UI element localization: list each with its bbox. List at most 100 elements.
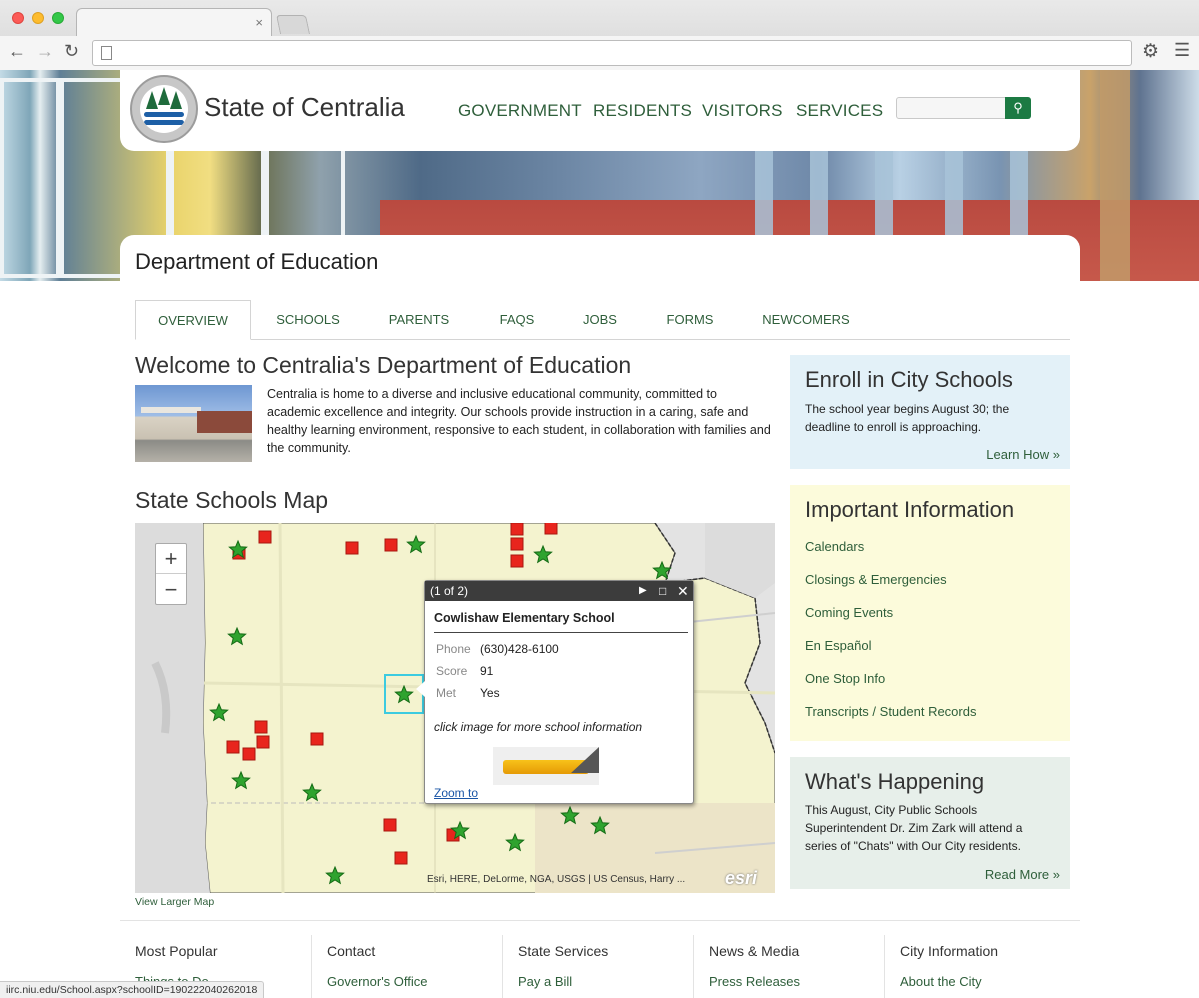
menu-icon[interactable]: ☰ — [1174, 40, 1190, 61]
reload-icon[interactable]: ↻ — [64, 41, 79, 62]
footer-col-services: State Services Pay a Bill — [502, 935, 693, 998]
tree-icon — [146, 91, 158, 109]
section-tabs: OVERVIEW SCHOOLS PARENTS FAQS JOBS FORMS… — [135, 300, 1070, 340]
info-link-one-stop[interactable]: One Stop Info — [805, 671, 885, 686]
popup-school-name: Cowlishaw Elementary School — [434, 611, 615, 625]
maximize-icon[interactable]: □ — [659, 581, 666, 601]
school-photo — [135, 385, 252, 462]
school-marker-square[interactable] — [510, 537, 524, 551]
tab-overview[interactable]: OVERVIEW — [135, 300, 251, 340]
popup-counter: (1 of 2) — [430, 584, 469, 598]
field-value-phone: (630)428-6100 — [480, 642, 559, 656]
school-info-image[interactable] — [493, 747, 599, 785]
address-bar[interactable] — [92, 40, 1132, 66]
school-marker-square[interactable] — [242, 747, 256, 761]
learn-how-link[interactable]: Learn How » — [986, 447, 1060, 462]
footer-heading: News & Media — [709, 943, 800, 959]
footer-heading: State Services — [518, 943, 609, 959]
popup-divider — [434, 632, 688, 633]
tab-newcomers[interactable]: NEWCOMERS — [755, 300, 857, 340]
site-header: State of Centralia GOVERNMENT RESIDENTS … — [120, 70, 1080, 151]
school-marker-square[interactable] — [510, 554, 524, 568]
tab-parents[interactable]: PARENTS — [377, 300, 461, 340]
school-marker-square[interactable] — [394, 851, 408, 865]
search-button[interactable]: ⚲ — [1005, 97, 1031, 119]
read-more-link[interactable]: Read More » — [985, 867, 1060, 882]
school-marker-square[interactable] — [544, 523, 558, 535]
footer-link[interactable]: About the City — [900, 974, 982, 989]
enroll-card: Enroll in City Schools The school year b… — [790, 355, 1070, 469]
page-icon — [101, 46, 112, 60]
site-title[interactable]: State of Centralia — [204, 92, 405, 123]
info-link-events[interactable]: Coming Events — [805, 605, 893, 620]
back-arrow-icon[interactable]: ← — [8, 41, 26, 62]
happening-text: This August, City Public Schools Superin… — [805, 803, 1023, 853]
school-marker-square[interactable] — [510, 523, 524, 536]
tab-close-icon[interactable]: × — [255, 15, 263, 30]
close-window-button[interactable] — [12, 12, 24, 24]
new-tab-button[interactable] — [275, 15, 311, 34]
department-header: Department of Education — [120, 235, 1080, 285]
tree-icon — [158, 87, 170, 105]
minimize-window-button[interactable] — [32, 12, 44, 24]
info-link-transcripts[interactable]: Transcripts / Student Records — [805, 704, 976, 719]
info-link-closings[interactable]: Closings & Emergencies — [805, 572, 947, 587]
close-icon[interactable]: ✕ — [677, 581, 689, 601]
next-feature-icon[interactable]: ▶ — [639, 581, 647, 601]
map-zoom-control: + − — [155, 543, 187, 605]
nav-government[interactable]: GOVERNMENT — [458, 101, 582, 121]
state-seal-logo[interactable] — [130, 75, 198, 143]
school-marker-square[interactable] — [226, 740, 240, 754]
tab-faqs[interactable]: FAQS — [487, 300, 547, 340]
wave-icon — [144, 112, 184, 117]
nav-residents[interactable]: RESIDENTS — [593, 101, 692, 121]
popup-hint: click image for more school information — [434, 720, 643, 734]
gear-icon[interactable]: ⚙ — [1142, 40, 1159, 63]
info-link-espanol[interactable]: En Español — [805, 638, 872, 653]
tab-schools[interactable]: SCHOOLS — [263, 300, 353, 340]
nav-visitors[interactable]: VISITORS — [702, 101, 783, 121]
enroll-text: The school year begins August 30; the de… — [805, 402, 1010, 434]
whats-happening-card: What's Happening This August, City Publi… — [790, 757, 1070, 889]
footer-heading: Contact — [327, 943, 376, 959]
tab-forms[interactable]: FORMS — [655, 300, 725, 340]
tab-jobs[interactable]: JOBS — [575, 300, 625, 340]
welcome-heading: Welcome to Centralia's Department of Edu… — [135, 352, 632, 378]
search-icon: ⚲ — [1013, 100, 1023, 115]
enroll-heading: Enroll in City Schools — [805, 367, 1013, 392]
school-marker-square[interactable] — [254, 720, 268, 734]
info-link-calendars[interactable]: Calendars — [805, 539, 864, 554]
footer-col-news: News & Media Press Releases — [693, 935, 884, 998]
footer-link[interactable]: Governor's Office — [327, 974, 428, 989]
school-marker-square[interactable] — [258, 530, 272, 544]
view-larger-map-link[interactable]: View Larger Map — [135, 896, 214, 908]
schools-map[interactable]: + − Esri, HERE, DeLorme, NGA, USGS | US … — [135, 523, 775, 893]
popup-header: (1 of 2) ▶ □ ✕ — [425, 581, 693, 601]
status-bar-url: iirc.niu.edu/School.aspx?schoolID=190222… — [0, 981, 265, 998]
browser-tab[interactable]: × — [76, 8, 272, 36]
wave-icon — [144, 120, 184, 125]
forward-arrow-icon[interactable]: → — [36, 41, 54, 62]
school-marker-square[interactable] — [384, 538, 398, 552]
esri-logo[interactable]: esri — [725, 868, 757, 889]
nav-services[interactable]: SERVICES — [796, 101, 883, 121]
zoom-window-button[interactable] — [52, 12, 64, 24]
search-input[interactable] — [896, 97, 1006, 119]
footer-divider — [120, 920, 1080, 921]
map-attribution[interactable]: Esri, HERE, DeLorme, NGA, USGS | US Cens… — [427, 874, 685, 885]
school-marker-square[interactable] — [345, 541, 359, 555]
school-marker-square[interactable] — [383, 818, 397, 832]
footer-col-contact: Contact Governor's Office — [311, 935, 502, 998]
school-marker-square[interactable] — [256, 735, 270, 749]
seal-inner — [140, 85, 188, 133]
school-marker-square[interactable] — [310, 732, 324, 746]
zoom-to-link[interactable]: Zoom to — [434, 786, 478, 800]
zoom-out-button[interactable]: − — [156, 575, 186, 605]
zoom-in-button[interactable]: + — [156, 544, 186, 574]
footer-link[interactable]: Press Releases — [709, 974, 800, 989]
info-heading: Important Information — [805, 497, 1015, 522]
popup-pointer — [416, 681, 425, 697]
footer-link[interactable]: Pay a Bill — [518, 974, 572, 989]
happening-heading: What's Happening — [805, 769, 985, 794]
important-info-card: Important Information Calendars Closings… — [790, 485, 1070, 741]
